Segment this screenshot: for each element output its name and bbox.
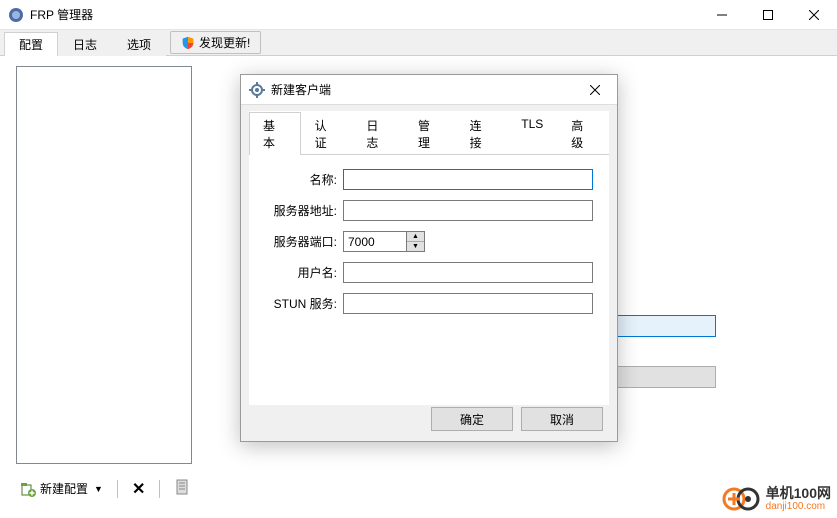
input-name[interactable] [343,169,593,190]
bottom-toolbar: 新建配置 ▼ ✕ [16,477,194,500]
config-listbox[interactable] [16,66,192,464]
new-config-label: 新建配置 [40,480,88,497]
input-username[interactable] [343,262,593,283]
document-icon [174,479,190,495]
input-server-port[interactable] [343,231,407,252]
export-button[interactable] [170,477,194,500]
window-titlebar: FRP 管理器 [0,0,837,30]
delete-button[interactable]: ✕ [128,479,149,499]
toolbar-divider [159,480,160,498]
cancel-button[interactable]: 取消 [521,407,603,431]
dialog-titlebar: 新建客户端 [241,75,617,105]
label-username: 用户名: [265,264,343,281]
toolbar-divider [117,480,118,498]
dialog-title: 新建客户端 [271,81,577,98]
tab-options[interactable]: 选项 [112,32,166,56]
tab-update[interactable]: 发现更新! [170,31,261,54]
label-stun: STUN 服务: [265,295,343,312]
label-server-addr: 服务器地址: [265,202,343,219]
window-title: FRP 管理器 [30,6,699,23]
watermark-logo-icon [722,484,760,514]
close-button[interactable] [791,0,837,29]
dialog-close-button[interactable] [577,78,613,102]
dialog-body: 名称: 服务器地址: 服务器端口: ▲ ▼ 用户名: STUN 服务: [249,155,609,405]
minimize-button[interactable] [699,0,745,29]
app-icon [8,7,24,23]
input-stun[interactable] [343,293,593,314]
label-name: 名称: [265,171,343,188]
gear-icon [249,82,265,98]
new-client-dialog: 新建客户端 基本 认证 日志 管理 连接 TLS 高级 名称: 服务器地址: 服… [240,74,618,442]
ok-button[interactable]: 确定 [431,407,513,431]
add-config-icon [20,481,36,497]
new-config-button[interactable]: 新建配置 ▼ [16,478,107,499]
shield-icon [181,36,195,50]
tab-config[interactable]: 配置 [4,32,58,56]
watermark-title: 单机100网 [766,486,831,501]
dialog-tab-log[interactable]: 日志 [352,112,404,155]
dialog-footer: 确定 取消 [431,407,603,431]
input-server-addr[interactable] [343,200,593,221]
tab-log[interactable]: 日志 [58,32,112,56]
chevron-down-icon: ▼ [94,484,103,494]
update-label: 发现更新! [199,34,250,51]
background-button-1[interactable] [608,315,716,337]
main-tabbar: 配置 日志 选项 发现更新! [0,30,837,56]
maximize-button[interactable] [745,0,791,29]
label-server-port: 服务器端口: [265,233,343,250]
watermark: 单机100网 danji100.com [722,484,831,514]
port-spin-up[interactable]: ▲ [407,232,424,242]
background-button-2[interactable] [608,366,716,388]
dialog-tab-basic[interactable]: 基本 [249,112,301,155]
port-spin-down[interactable]: ▼ [407,242,424,251]
dialog-tab-connect[interactable]: 连接 [456,112,508,155]
dialog-tab-auth[interactable]: 认证 [301,112,353,155]
watermark-url: danji100.com [766,501,831,512]
dialog-tab-tls[interactable]: TLS [507,112,557,155]
dialog-tab-manage[interactable]: 管理 [404,112,456,155]
dialog-tabbar: 基本 认证 日志 管理 连接 TLS 高级 [249,111,609,155]
dialog-tab-advanced[interactable]: 高级 [557,112,609,155]
